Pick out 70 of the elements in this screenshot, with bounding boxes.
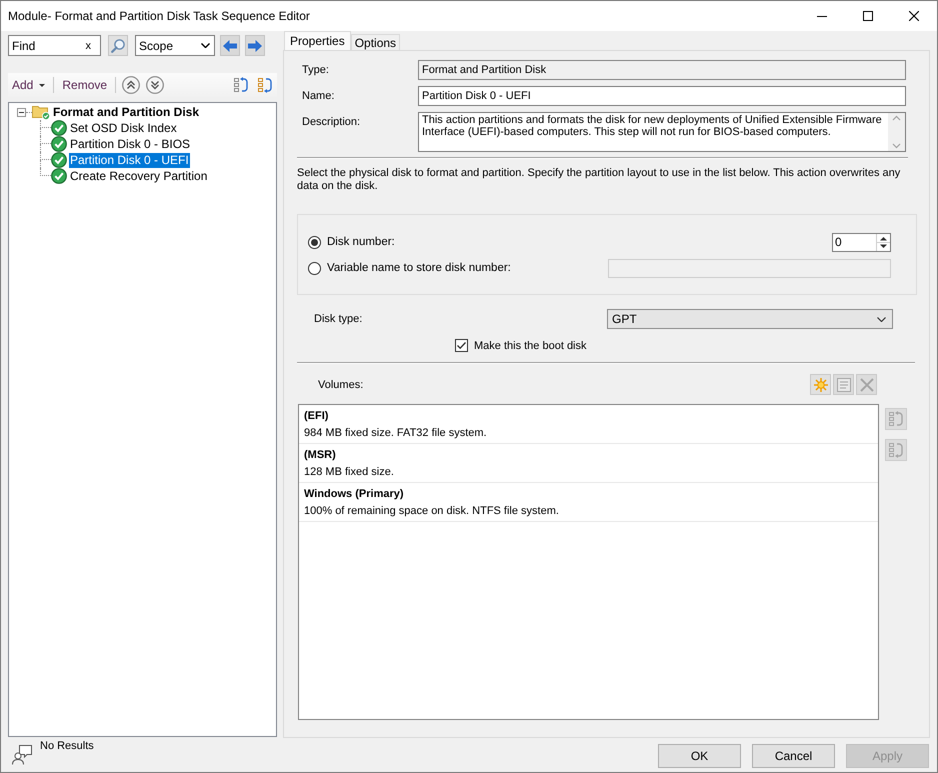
- check-icon: [51, 152, 67, 168]
- up-down-arrows-icon: [876, 234, 890, 250]
- chevron-down-icon: [877, 316, 886, 322]
- check-icon: [51, 120, 67, 136]
- expander-icon[interactable]: [17, 108, 26, 116]
- readonly-field: Format and Partition Disk: [418, 60, 906, 80]
- volume-detail: 100% of remaining space on disk. NTFS file system.: [304, 504, 560, 519]
- double-chevron-down-icon[interactable]: [146, 76, 164, 94]
- tab[interactable]: Options: [350, 34, 400, 50]
- tree-item[interactable]: Format and Partition Disk: [52, 104, 200, 120]
- list-arrow-icon[interactable]: [258, 77, 272, 93]
- tree-item[interactable]: Partition Disk 0 - BIOS: [69, 136, 192, 152]
- forward-button[interactable]: [245, 35, 265, 56]
- scope-dropdown[interactable]: Scope: [135, 35, 215, 56]
- field-label: Disk type:: [314, 313, 362, 325]
- clear-button[interactable]: x: [86, 40, 91, 52]
- back-button[interactable]: [220, 35, 240, 56]
- check-icon: [51, 168, 67, 184]
- text-field[interactable]: Partition Disk 0 - UEFI: [418, 86, 906, 106]
- dialog-button[interactable]: Cancel: [752, 744, 835, 768]
- volume-detail: 128 MB fixed size.: [304, 465, 395, 480]
- tree-item[interactable]: Set OSD Disk Index: [69, 120, 178, 136]
- user-comment-icon: [12, 745, 32, 765]
- radio-button[interactable]: [308, 236, 321, 248]
- field-label: Name:: [302, 89, 336, 102]
- volume-name: Windows (Primary): [304, 487, 405, 502]
- window-title: Module- Format and Partition Disk Task Sequence Editor: [8, 9, 311, 23]
- search-icon: [111, 38, 125, 52]
- volume-item[interactable]: (EFI) 984 MB fixed size. FAT32 file system.: [299, 405, 878, 444]
- list-arrow-icon: [889, 442, 903, 458]
- tab[interactable]: Properties: [284, 31, 351, 50]
- chevron-down-icon: [201, 43, 210, 48]
- radio-button[interactable]: [308, 262, 321, 274]
- list-arrow-icon: [889, 411, 903, 427]
- arrow-right-icon: [248, 40, 262, 52]
- number-spinner[interactable]: 0: [832, 232, 891, 252]
- sparkle-icon: [814, 378, 828, 392]
- close-icon[interactable]: [909, 11, 919, 21]
- instructions-text: Select the physical disk to format and partition. Specify the partition layout to use in the list below. This action overwrites any data on the disk.: [297, 167, 902, 194]
- search-button[interactable]: [108, 35, 128, 56]
- document-icon: [836, 378, 850, 392]
- scrollbar[interactable]: [888, 113, 905, 151]
- volumes-label: Volumes:: [318, 378, 364, 390]
- check-icon: [51, 136, 67, 152]
- description-field[interactable]: This action partitions and formats the disk for new deployments of Unified Extensible Firmware Interface (UEFI)-based computers. This step will not run for BIOS-based computers.: [418, 112, 906, 152]
- radio-label: Variable name to store disk number:: [327, 262, 511, 274]
- disk-type-dropdown[interactable]: GPT: [607, 309, 893, 329]
- status-text: No Results: [40, 740, 94, 753]
- arrow-left-icon: [223, 40, 237, 52]
- volume-item[interactable]: Windows (Primary) 100% of remaining space on disk. NTFS file system.: [299, 483, 878, 522]
- tree-item[interactable]: Create Recovery Partition: [69, 168, 208, 184]
- field-label: Type:: [302, 63, 330, 76]
- tree-item[interactable]: Partition Disk 0 - UEFI: [69, 152, 190, 168]
- volume-name: (MSR): [304, 448, 337, 463]
- radio-label: Disk number:: [327, 236, 395, 248]
- remove-button[interactable]: Remove: [62, 78, 108, 92]
- checkbox-label: Make this the boot disk: [474, 340, 587, 352]
- caret-icon: [39, 84, 46, 86]
- volume-detail: 984 MB fixed size. FAT32 file system.: [304, 426, 488, 441]
- volume-name: (EFI): [304, 409, 330, 424]
- volume-item[interactable]: (MSR) 128 MB fixed size.: [299, 444, 878, 483]
- add-button[interactable]: Add: [12, 78, 46, 92]
- cross-icon: [860, 378, 874, 392]
- list-arrow-icon[interactable]: [234, 77, 248, 93]
- checkbox[interactable]: [455, 339, 468, 352]
- field-label: Description:: [302, 115, 362, 128]
- search-field[interactable]: Find x: [8, 35, 101, 56]
- dialog-button[interactable]: OK: [658, 744, 741, 768]
- maximize-icon[interactable]: [863, 11, 873, 21]
- double-chevron-up-icon[interactable]: [122, 76, 140, 94]
